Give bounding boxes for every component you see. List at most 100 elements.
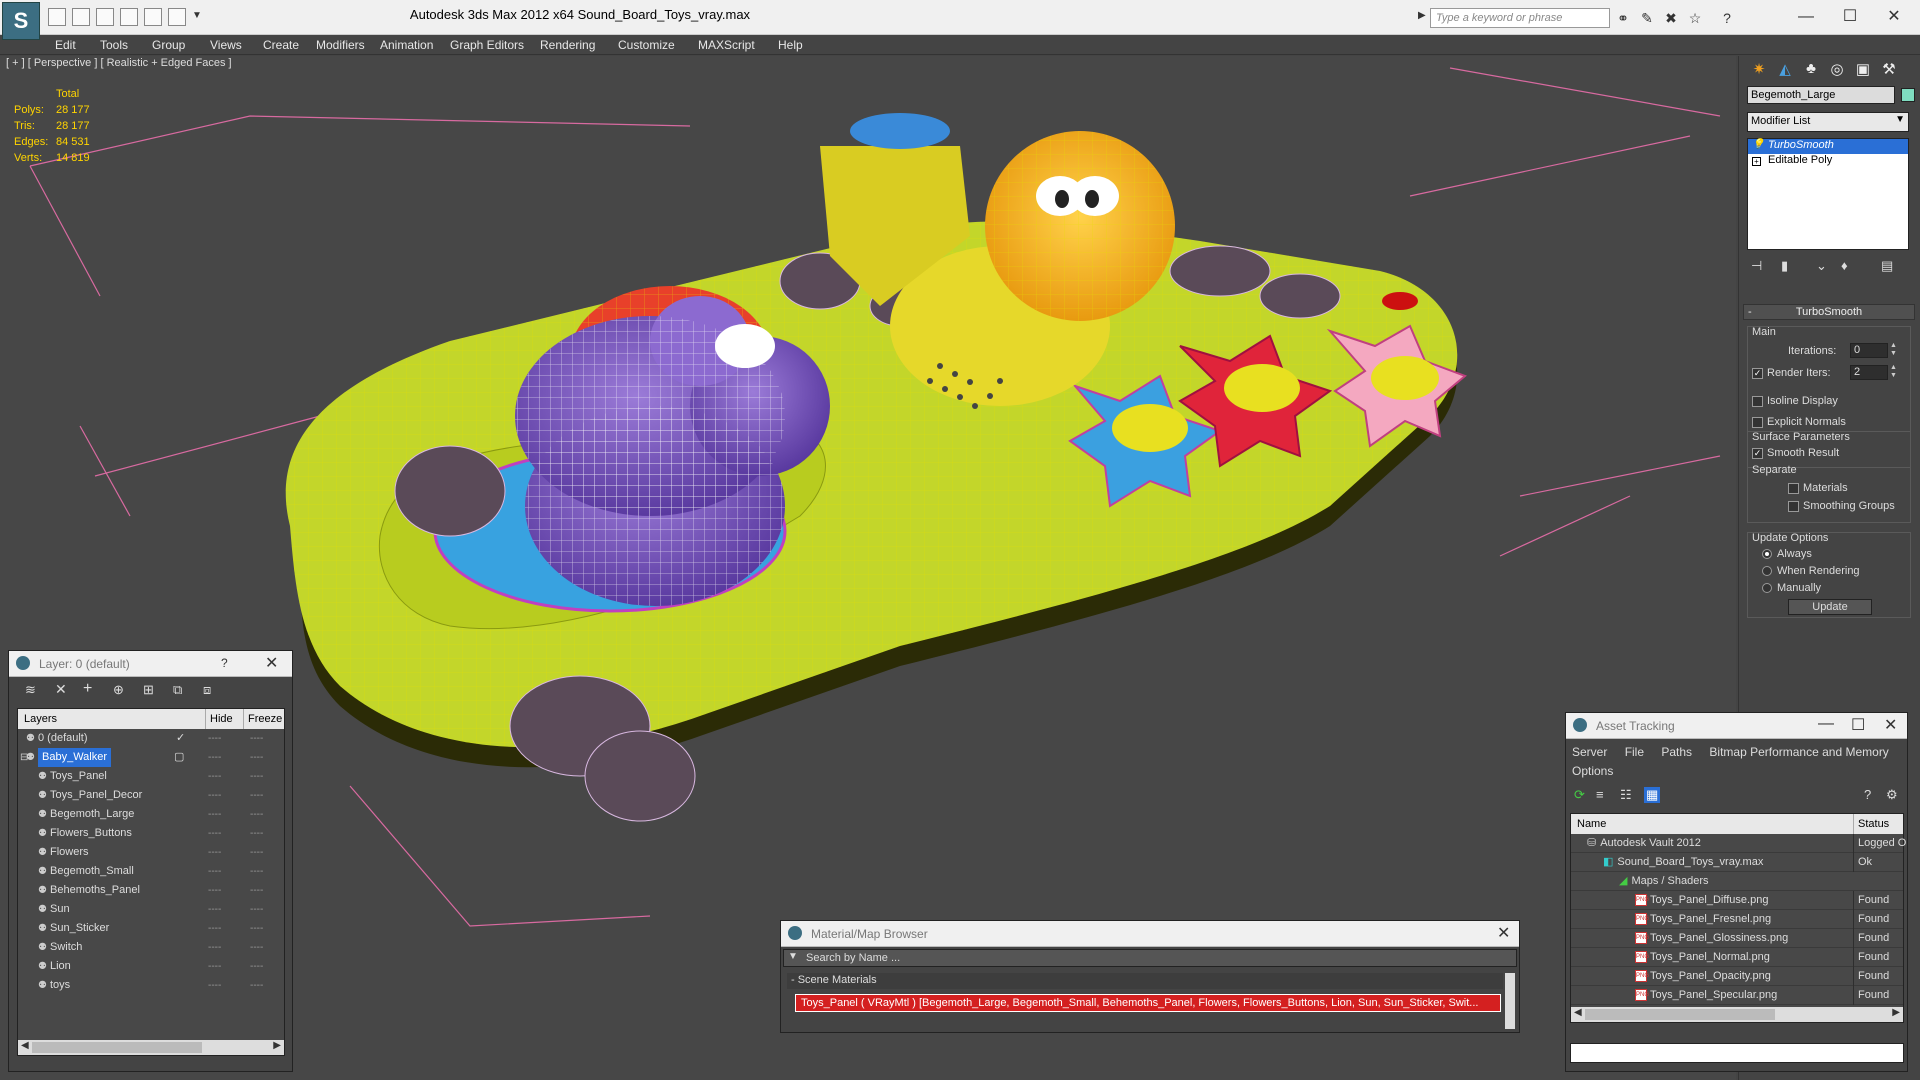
object-color-swatch[interactable] <box>1901 88 1915 102</box>
column-hide[interactable]: Hide <box>205 709 233 729</box>
menu-views[interactable]: Views <box>210 38 242 52</box>
highlight-layer-icon[interactable]: ⧉ <box>173 682 182 698</box>
table-view-icon[interactable]: ▦ <box>1644 787 1661 803</box>
material-scrollbar[interactable] <box>1505 973 1515 1029</box>
scroll-left-icon[interactable]: ◀ <box>1574 1007 1582 1018</box>
freeze-toggle[interactable]: ---- <box>250 957 263 976</box>
layer-row[interactable]: ⚉ Flowers ---- ---- <box>18 843 284 862</box>
maximize-icon[interactable]: ☐ <box>1851 715 1865 735</box>
hide-toggle[interactable]: ---- <box>208 938 221 957</box>
render-iters-checkbox[interactable]: ✓ Render Iters: <box>1752 367 1831 379</box>
column-freeze[interactable]: Freeze <box>243 709 282 729</box>
column-name[interactable]: Name <box>1577 814 1606 834</box>
freeze-toggle[interactable]: ---- <box>250 767 263 786</box>
explicit-normals-checkbox[interactable]: Explicit Normals <box>1752 416 1846 428</box>
freeze-toggle[interactable]: ---- <box>250 900 263 919</box>
material-entry[interactable]: Toys_Panel ( VRayMtl ) [Begemoth_Large, … <box>795 994 1501 1012</box>
material-search-input[interactable]: ▼ Search by Name ... <box>783 949 1517 967</box>
freeze-toggle[interactable]: ---- <box>250 748 263 767</box>
manually-radio[interactable]: Manually <box>1762 582 1821 594</box>
freeze-toggle[interactable]: ---- <box>250 862 263 881</box>
layer-row[interactable]: ⚉ Lion ---- ---- <box>18 957 284 976</box>
close-icon[interactable]: ✕ <box>265 653 278 673</box>
layer-row[interactable]: ⚉ Begemoth_Small ---- ---- <box>18 862 284 881</box>
refresh-icon[interactable]: ⟳ <box>1574 787 1585 803</box>
add-selection-icon[interactable]: ⊕ <box>113 682 124 698</box>
freeze-toggle[interactable]: ---- <box>250 786 263 805</box>
asset-row[interactable]: PNGToys_Panel_Normal.png Found <box>1571 948 1903 967</box>
layer-row[interactable]: ⚉ Begemoth_Large ---- ---- <box>18 805 284 824</box>
layer-scrollbar[interactable]: ◀ ▶ <box>18 1040 284 1055</box>
bulb-icon[interactable]: 💡 <box>1752 139 1764 150</box>
menu-server[interactable]: Server <box>1572 745 1607 759</box>
layer-row[interactable]: ⚉ Sun ---- ---- <box>18 900 284 919</box>
freeze-toggle[interactable]: ---- <box>250 938 263 957</box>
menu-group[interactable]: Group <box>152 38 185 52</box>
layer-row[interactable]: ⚉ toys ---- ---- <box>18 976 284 995</box>
layer-row[interactable]: ⚉ Switch ---- ---- <box>18 938 284 957</box>
close-icon[interactable]: ✕ <box>1497 923 1510 943</box>
configure-sets-icon[interactable]: ▤ <box>1881 258 1893 274</box>
render-iters-spinner[interactable]: 2 <box>1850 365 1888 380</box>
settings-icon[interactable]: ⚙ <box>1886 787 1898 803</box>
column-status[interactable]: Status <box>1853 814 1889 834</box>
freeze-toggle[interactable]: ---- <box>250 881 263 900</box>
scroll-right-icon[interactable]: ▶ <box>1892 1007 1900 1018</box>
menu-tools[interactable]: Tools <box>100 38 128 52</box>
hide-toggle[interactable]: ---- <box>208 862 221 881</box>
show-end-result-icon[interactable]: ▮ <box>1781 258 1788 274</box>
menu-rendering[interactable]: Rendering <box>540 38 595 52</box>
options-dropdown-icon[interactable]: ▼ <box>788 951 798 962</box>
help-icon[interactable]: ? <box>1864 787 1871 802</box>
scene-materials-header[interactable]: - Scene Materials <box>787 973 1503 989</box>
layer-settings-icon[interactable]: ≋ <box>25 682 36 698</box>
hide-toggle[interactable]: ---- <box>208 976 221 995</box>
materials-checkbox[interactable]: Materials <box>1788 482 1848 494</box>
smooth-result-checkbox[interactable]: ✓ Smooth Result <box>1752 447 1839 459</box>
viewport-label[interactable]: [ + ] [ Perspective ] [ Realistic + Edge… <box>6 57 232 69</box>
freeze-toggle[interactable]: ---- <box>250 843 263 862</box>
modify-tab-icon[interactable]: ◭ <box>1773 60 1797 82</box>
expand-icon[interactable]: + <box>1752 157 1761 166</box>
app-logo-icon[interactable]: S <box>2 2 40 40</box>
remove-modifier-icon[interactable]: ♦ <box>1841 258 1848 273</box>
asset-row[interactable]: PNGToys_Panel_Fresnel.png Found <box>1571 910 1903 929</box>
menu-create[interactable]: Create <box>263 38 299 52</box>
isoline-display-checkbox[interactable]: Isoline Display <box>1752 395 1838 407</box>
freeze-toggle[interactable]: ---- <box>250 805 263 824</box>
hide-toggle[interactable]: ---- <box>208 805 221 824</box>
close-icon[interactable]: ✕ <box>1874 4 1914 30</box>
tree-view-icon[interactable]: ☷ <box>1620 787 1632 803</box>
object-name-field[interactable]: Begemoth_Large <box>1747 86 1895 104</box>
hide-all-layers-icon[interactable]: ⧈ <box>203 682 211 698</box>
iterations-spinner[interactable]: 0 <box>1850 343 1888 358</box>
delete-layer-icon[interactable]: ✕ <box>55 681 67 698</box>
asset-row[interactable]: ◢ Maps / Shaders <box>1571 872 1903 891</box>
menu-edit[interactable]: Edit <box>55 38 76 52</box>
menu-modifiers[interactable]: Modifiers <box>316 38 365 52</box>
menu-graph-editors[interactable]: Graph Editors <box>450 38 524 52</box>
layer-row[interactable]: ⚉ Sun_Sticker ---- ---- <box>18 919 284 938</box>
motion-tab-icon[interactable]: ◎ <box>1825 60 1849 82</box>
smoothing-groups-checkbox[interactable]: Smoothing Groups <box>1788 500 1895 512</box>
material-browser-titlebar[interactable]: Material/Map Browser ✕ <box>781 921 1519 947</box>
maximize-icon[interactable]: ☐ <box>1830 4 1870 30</box>
menu-help[interactable]: Help <box>778 38 803 52</box>
menu-maxscript[interactable]: MAXScript <box>698 38 755 52</box>
hide-toggle[interactable]: ---- <box>208 843 221 862</box>
column-layers[interactable]: Layers <box>24 709 57 729</box>
minimize-icon[interactable]: — <box>1818 715 1834 733</box>
asset-path-field[interactable] <box>1570 1043 1904 1063</box>
menu-customize[interactable]: Customize <box>618 38 675 52</box>
asset-row[interactable]: ⛁ Autodesk Vault 2012 Logged O <box>1571 834 1906 853</box>
help-icon[interactable]: ? <box>1718 9 1736 27</box>
layer-row[interactable]: ⚉ Flowers_Buttons ---- ---- <box>18 824 284 843</box>
hide-toggle[interactable]: ---- <box>208 957 221 976</box>
menu-paths[interactable]: Paths <box>1661 745 1692 759</box>
layer-row[interactable]: ⚉ Toys_Panel_Decor ---- ---- <box>18 786 284 805</box>
scroll-right-icon[interactable]: ▶ <box>273 1040 281 1051</box>
hide-toggle[interactable]: ---- <box>208 729 221 748</box>
close-icon[interactable]: ✕ <box>1884 715 1897 735</box>
asset-row[interactable]: PNGToys_Panel_Specular.png Found <box>1571 986 1903 1005</box>
asset-scrollbar[interactable]: ◀ ▶ <box>1571 1007 1903 1022</box>
